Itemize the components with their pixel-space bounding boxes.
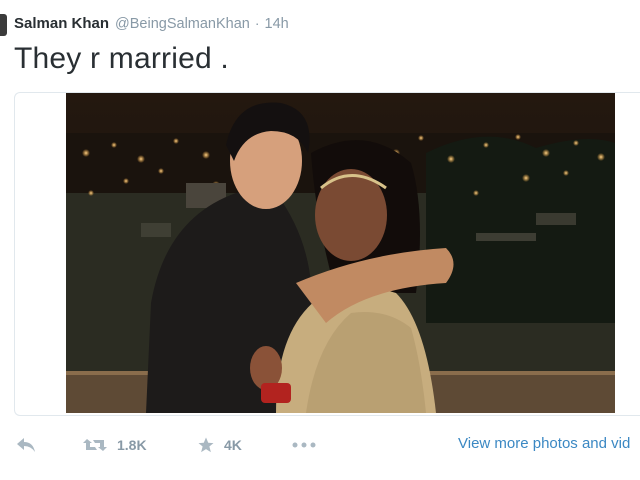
view-more-photos-link[interactable]: View more photos and vid xyxy=(458,435,630,452)
screen-name[interactable]: @BeingSalmanKhan xyxy=(115,16,250,32)
separator-dot: · xyxy=(254,15,260,31)
favorite-count: 4K xyxy=(224,437,242,453)
favorite-button[interactable]: 4K xyxy=(197,430,242,460)
tweet-photo[interactable] xyxy=(66,93,615,413)
more-button[interactable] xyxy=(291,430,317,460)
retweet-button[interactable]: 1.8K xyxy=(82,430,147,460)
retweet-count: 1.8K xyxy=(117,437,147,453)
reply-button[interactable] xyxy=(16,430,36,460)
tweet-text: They r married . xyxy=(14,42,229,75)
more-dots-icon xyxy=(291,441,317,449)
display-name[interactable]: Salman Khan xyxy=(14,15,109,32)
timestamp[interactable]: 14h xyxy=(265,16,289,32)
tweet-header: Salman Khan @BeingSalmanKhan · 14h xyxy=(14,15,289,35)
avatar[interactable] xyxy=(0,14,7,36)
retweet-icon xyxy=(82,437,108,453)
star-icon xyxy=(197,436,215,454)
reply-icon xyxy=(16,437,36,453)
